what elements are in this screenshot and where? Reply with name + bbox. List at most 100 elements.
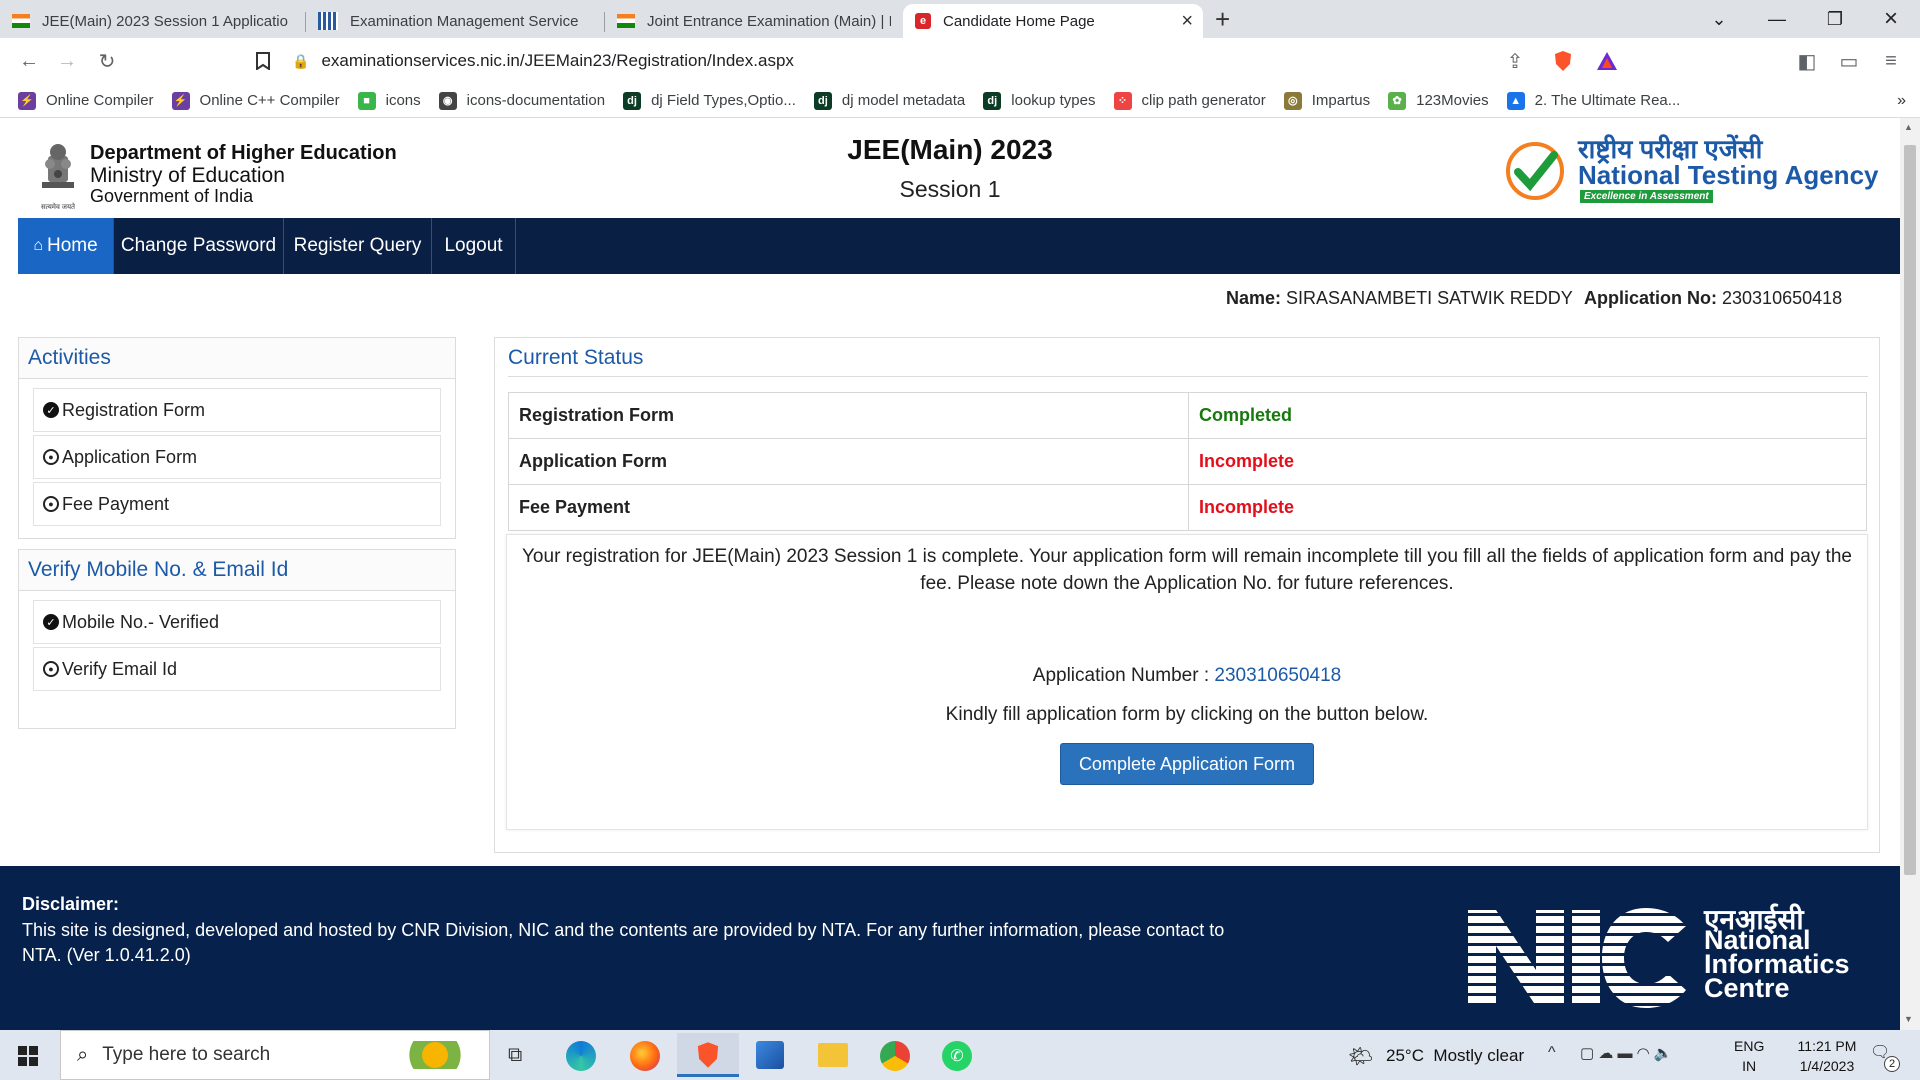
red-e-icon: e (915, 13, 931, 29)
menu-icon[interactable]: ≡ (1876, 46, 1906, 76)
candidate-appno: Application No: 230310650418 (1584, 288, 1842, 309)
nav-label: Change Password (120, 235, 277, 256)
windows-start-icon[interactable] (18, 1046, 38, 1071)
edge-icon[interactable] (566, 1041, 596, 1071)
government-name: Government of India (90, 186, 254, 206)
whatsapp-icon[interactable]: ✆ (942, 1041, 972, 1071)
bookmark-label: 123Movies (1416, 92, 1489, 109)
activity-registration-form[interactable]: ✓ Registration Form (33, 388, 441, 432)
verify-email[interactable]: ● Verify Email Id (33, 647, 441, 691)
scroll-up-icon[interactable]: ▲ (1904, 122, 1913, 132)
address-bar[interactable]: 🔒 examinationservices.nic.in/JEEMain23/R… (292, 44, 1592, 78)
scrollbar-thumb[interactable] (1904, 145, 1916, 875)
bookmark-label: icons (385, 92, 421, 109)
chrome-icon[interactable] (880, 1041, 910, 1071)
verify-title: Verify Mobile No. & Email Id (19, 550, 455, 591)
clock-date: 1/4/2023 (1799, 1058, 1855, 1074)
verify-panel: Verify Mobile No. & Email Id ✓ Mobile No… (18, 549, 456, 729)
activity-fee-payment[interactable]: ● Fee Payment (33, 482, 441, 526)
bookmark-label: icons-documentation (466, 92, 606, 109)
bookmark-item[interactable]: ⁘ clip path generator (1113, 91, 1266, 110)
tray-icons[interactable]: ▢ ☁ ▬ ◠ 🔈 (1580, 1044, 1673, 1062)
back-icon[interactable]: ← (14, 46, 44, 76)
bookmark-item[interactable]: dj dj model metadata (813, 91, 965, 110)
status-message: Your registration for JEE(Main) 2023 Ses… (522, 546, 1852, 594)
clock[interactable]: 11:21 PM 1/4/2023 (1782, 1036, 1872, 1076)
taskbar-search-box[interactable]: ⌕ Type here to search (60, 1030, 490, 1080)
brave-taskbar-button[interactable] (677, 1033, 739, 1077)
bookmark-item[interactable]: ▲ 2. The Ultimate Rea... (1506, 91, 1680, 110)
verify-label: Verify Email Id (62, 658, 178, 679)
reload-icon[interactable]: ↻ (92, 46, 122, 76)
new-tab-icon[interactable]: + (1215, 4, 1230, 35)
sidebar-icon[interactable]: ◧ (1792, 46, 1822, 76)
activity-application-form[interactable]: ● Application Form (33, 435, 441, 479)
dots-icon: ⁘ (1113, 91, 1132, 110)
nav-home[interactable]: ⌂ Home (18, 218, 114, 274)
bookmark-item[interactable]: ✿ 123Movies (1388, 91, 1489, 110)
nav-logout[interactable]: Logout (432, 218, 516, 274)
forward-icon[interactable]: → (52, 46, 82, 76)
activity-label: Registration Form (62, 399, 206, 420)
status-item: Application Form (508, 438, 1189, 485)
bookmark-label: Online Compiler (46, 92, 154, 109)
bookmark-item[interactable]: dj lookup types (983, 91, 1096, 110)
tab-examination-management[interactable]: Examination Management Service (306, 4, 604, 38)
browser-tab-strip: JEE(Main) 2023 Session 1 Application | E… (0, 0, 1920, 38)
restore-icon[interactable]: ❐ (1806, 0, 1864, 38)
lang-line2: IN (1742, 1058, 1757, 1074)
brave-shield-icon[interactable] (1548, 46, 1578, 76)
verify-mobile[interactable]: ✓ Mobile No.- Verified (33, 600, 441, 644)
bookmark-item[interactable]: ⚡ Online C++ Compiler (171, 91, 340, 110)
complete-application-button[interactable]: Complete Application Form (1060, 743, 1314, 785)
tab-jee-application[interactable]: JEE(Main) 2023 Session 1 Application | (0, 4, 305, 38)
share-icon[interactable]: ⇪ (1500, 46, 1530, 76)
nta-logo: राष्ट्रीय परीक्षा एजेंसी National Testin… (1506, 134, 1886, 204)
bookmark-item[interactable]: ⚡ Online Compiler (18, 91, 154, 110)
task-view-icon[interactable]: ⧉ (508, 1044, 522, 1067)
bookmarks-overflow-icon[interactable]: » (1897, 92, 1906, 110)
close-window-icon[interactable]: × (1862, 0, 1920, 38)
tab-candidate-home[interactable]: e Candidate Home Page × (903, 4, 1203, 38)
bookmark-item[interactable]: ■ icons (357, 91, 421, 110)
scroll-down-icon[interactable]: ▼ (1904, 1014, 1913, 1024)
store-icon[interactable] (756, 1041, 784, 1069)
minimize-icon[interactable]: — (1748, 0, 1806, 38)
chevron-down-icon[interactable]: ⌄ (1690, 0, 1748, 38)
search-placeholder: Type here to search (102, 1044, 271, 1065)
tab-joint-entrance[interactable]: Joint Entrance Examination (Main) | Inc (605, 4, 903, 38)
file-explorer-icon[interactable] (818, 1043, 848, 1067)
bookmark-label: lookup types (1011, 92, 1096, 109)
india-flag-icon (617, 14, 635, 28)
language-indicator[interactable]: ENG IN (1734, 1036, 1764, 1076)
instruction-text: Kindly fill application form by clicking… (945, 704, 1429, 725)
nic-logo: एनआईसी National Informatics Centre (1468, 904, 1868, 1016)
bookmark-item[interactable]: dj dj Field Types,Optio... (623, 91, 796, 110)
nav-change-password[interactable]: Change Password (114, 218, 284, 274)
bookmark-label: dj Field Types,Optio... (651, 92, 796, 109)
application-number-line: Application Number : 230310650418 (507, 665, 1867, 687)
weather-text[interactable]: 25°C Mostly clear (1386, 1046, 1524, 1066)
emblem-logo: सत्यमेव जयते (36, 142, 80, 211)
nav-register-query[interactable]: Register Query (284, 218, 432, 274)
clock-time: 11:21 PM (1797, 1038, 1857, 1054)
status-item: Fee Payment (508, 484, 1189, 531)
weather-icon: 🌤 (1348, 1046, 1374, 1068)
main-nav: ⌂ Home Change Password Register Query Lo… (18, 218, 1900, 274)
wallet-icon[interactable]: ▭ (1834, 46, 1864, 76)
brave-rewards-icon[interactable] (1592, 46, 1622, 76)
bookmark-icon[interactable] (248, 46, 278, 76)
message-box: Your registration for JEE(Main) 2023 Ses… (506, 534, 1868, 830)
bookmark-item[interactable]: ◉ icons-documentation (438, 91, 606, 110)
clock-icon: ● (43, 661, 59, 677)
globe-icon: ◉ (438, 91, 457, 110)
bookmark-item[interactable]: ◎ Impartus (1283, 91, 1370, 110)
chevron-up-icon[interactable]: ^ (1548, 1044, 1556, 1062)
firefox-icon[interactable] (630, 1041, 660, 1071)
name-value: SIRASANAMBETI SATWIK REDDY (1286, 288, 1573, 308)
bolt-icon: ⚡ (171, 91, 190, 110)
close-tab-icon[interactable]: × (1181, 10, 1193, 33)
status-item: Registration Form (508, 392, 1189, 439)
check-circle-icon: ✓ (43, 402, 59, 418)
ministry-name: Ministry of Education (90, 164, 285, 187)
